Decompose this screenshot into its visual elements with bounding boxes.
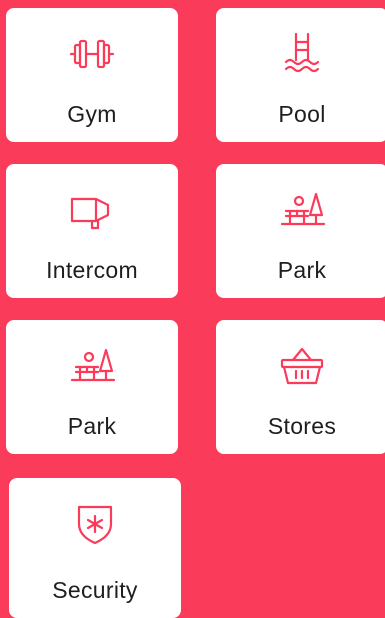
tile-label: Pool <box>278 101 326 127</box>
pool-ladder-icon <box>274 26 330 82</box>
tile-label: Gym <box>67 101 117 127</box>
megaphone-icon <box>64 182 120 238</box>
shopping-basket-icon <box>274 338 330 394</box>
park-bench-tree-icon <box>274 182 330 238</box>
tile-park[interactable]: Park <box>6 320 178 454</box>
tile-label: Intercom <box>46 257 138 283</box>
park-bench-tree-icon <box>64 338 120 394</box>
tile-stores[interactable]: Stores <box>216 320 385 454</box>
tile-security[interactable]: Security <box>9 478 181 618</box>
shield-star-icon <box>67 496 123 552</box>
tile-pool[interactable]: Pool <box>216 8 385 142</box>
tile-label: Security <box>52 577 138 603</box>
tile-intercom[interactable]: Intercom <box>6 164 178 298</box>
tile-label: Park <box>277 257 327 283</box>
tile-label: Park <box>67 413 117 439</box>
tile-park[interactable]: Park <box>216 164 385 298</box>
dumbbell-icon <box>64 26 120 82</box>
tile-label: Stores <box>267 413 337 439</box>
tile-gym[interactable]: Gym <box>6 8 178 142</box>
